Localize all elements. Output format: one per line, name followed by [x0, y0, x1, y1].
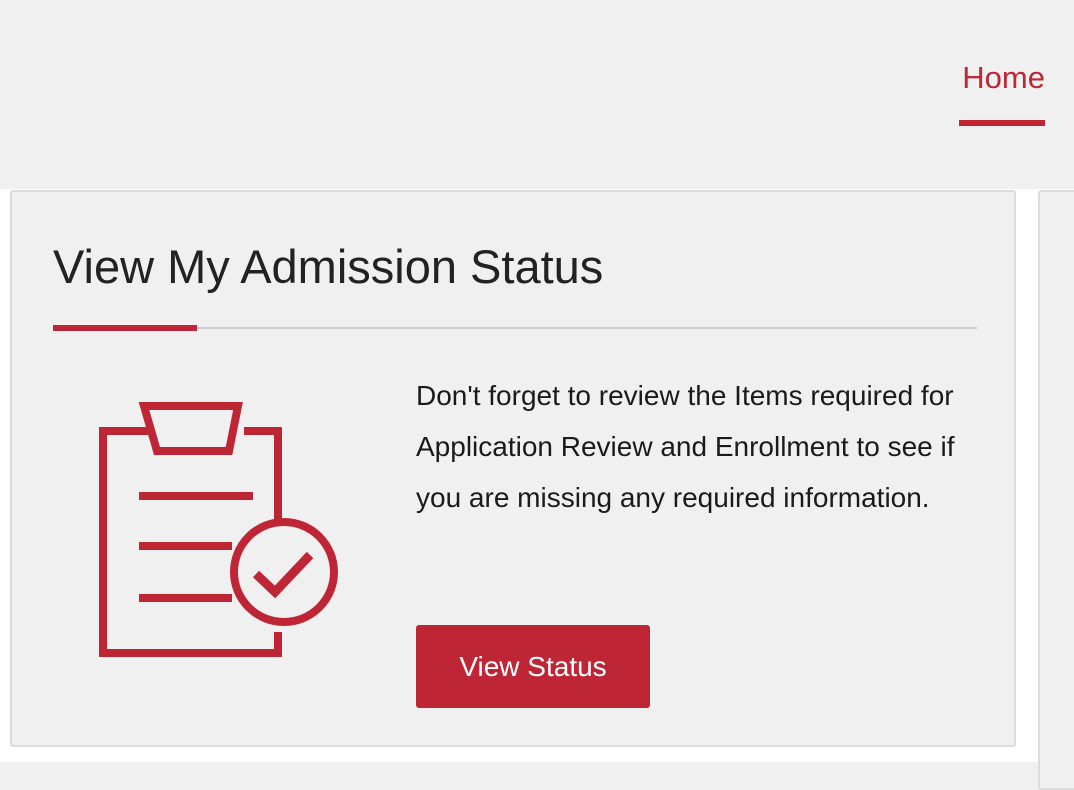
nav-active-indicator [959, 120, 1045, 126]
clipboard-check-icon [99, 402, 338, 657]
adjacent-card-edge [1038, 190, 1074, 790]
top-navigation-bar: Home [0, 0, 1074, 189]
card-description: Don't forget to review the Items require… [416, 380, 955, 513]
title-divider-accent [53, 325, 197, 331]
card-title: View My Admission Status [53, 240, 604, 293]
view-status-button[interactable]: View Status [416, 625, 650, 708]
nav-link-home[interactable]: Home [962, 56, 1045, 100]
admission-status-card: View My Admission Status Don't forget to… [10, 190, 1016, 747]
